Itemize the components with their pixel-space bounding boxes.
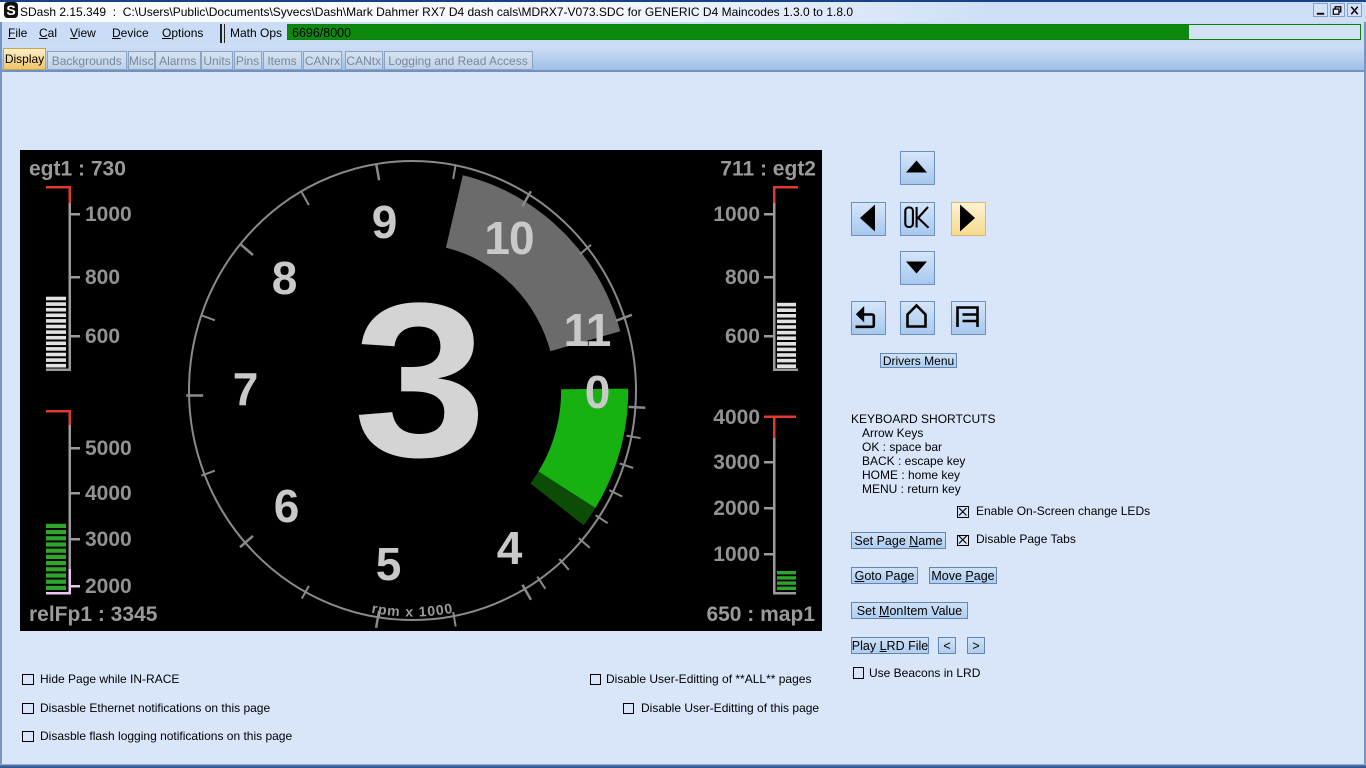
svg-text:6: 6 [274,480,299,532]
svg-text:2000: 2000 [85,575,132,598]
svg-text:9: 9 [372,196,397,248]
svg-text:4000: 4000 [713,406,760,429]
svg-text:10: 10 [484,212,533,264]
svg-text:4: 4 [497,522,523,574]
svg-text:1000: 1000 [713,203,760,226]
svg-text:711 : egt2: 711 : egt2 [720,158,816,181]
svg-text:600: 600 [725,325,760,348]
svg-text:1000: 1000 [85,203,132,226]
svg-text:650 : map1: 650 : map1 [706,603,815,626]
svg-text:1000: 1000 [713,543,760,566]
svg-text:800: 800 [85,266,120,289]
svg-text:4000: 4000 [85,482,132,505]
svg-text:3: 3 [353,257,486,503]
svg-text:11: 11 [564,304,611,356]
svg-text:7: 7 [233,363,258,415]
svg-text:relFp1 : 3345: relFp1 : 3345 [29,603,158,626]
svg-text:3000: 3000 [85,528,132,551]
svg-text:5: 5 [376,538,401,590]
svg-text:8: 8 [272,252,297,304]
svg-text:2000: 2000 [713,497,760,520]
svg-text:800: 800 [725,266,760,289]
svg-text:5000: 5000 [85,437,132,460]
svg-text:600: 600 [85,325,120,348]
svg-text:0: 0 [585,366,610,418]
svg-text:3000: 3000 [713,451,760,474]
svg-text:egt1 : 730: egt1 : 730 [29,158,126,181]
